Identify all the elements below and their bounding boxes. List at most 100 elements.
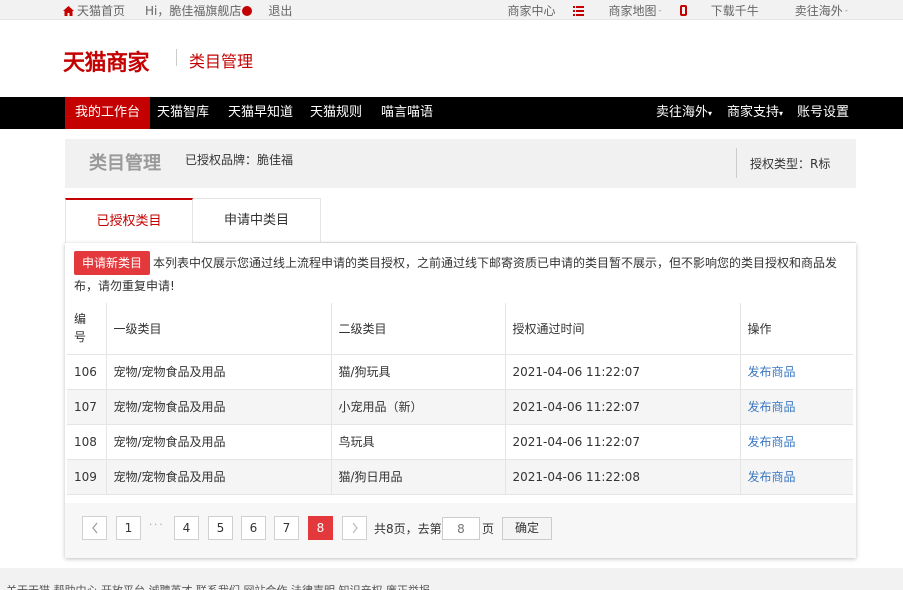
home-icon xyxy=(63,5,74,16)
cell-cat1: 宠物/宠物食品及用品 xyxy=(106,424,332,460)
cell-action: 发布商品 xyxy=(740,389,853,425)
nav-sell-abroad-label: 卖往海外 xyxy=(656,105,709,120)
nav-item-miao-yan[interactable]: 喵言喵语 xyxy=(371,97,443,129)
cell-action: 发布商品 xyxy=(740,459,853,495)
cell-action: 发布商品 xyxy=(740,354,853,390)
tab-applying[interactable]: 申请中类目 xyxy=(193,198,321,242)
cell-time: 2021-04-06 11:22:07 xyxy=(505,424,741,460)
merchant-center-link[interactable]: 商家中心 xyxy=(507,2,555,19)
merchant-map-link[interactable]: 商家地图 - xyxy=(573,2,662,19)
page-button-5[interactable]: 5 xyxy=(208,516,233,540)
cell-id: 109 xyxy=(67,459,107,495)
nav-item-sell-abroad[interactable]: 卖往海外▾ xyxy=(646,97,722,129)
category-tabs: 已授权类目 申请中类目 xyxy=(65,198,856,243)
publish-product-link[interactable]: 发布商品 xyxy=(748,435,796,449)
page-header-divider xyxy=(736,148,737,178)
page-button-7[interactable]: 7 xyxy=(274,516,299,540)
download-link[interactable]: 下载千牛 xyxy=(679,2,759,19)
cell-cat2: 猫/狗日用品 xyxy=(331,459,506,495)
logout-link[interactable]: 退出 xyxy=(268,2,292,19)
top-bar-right: 商家中心 商家地图 - 下载千牛 卖往海外 - xyxy=(489,2,848,19)
table-header-row: 编号 一级类目 二级类目 授权通过时间 操作 xyxy=(67,303,853,355)
confirm-page-button[interactable]: 确定 xyxy=(502,517,552,540)
page-suffix: 页 xyxy=(482,522,495,536)
cell-cat1: 宠物/宠物食品及用品 xyxy=(106,354,332,390)
page-title: 类目管理 xyxy=(89,153,161,174)
apply-new-category-button[interactable]: 申请新类目 xyxy=(74,251,151,275)
cell-cat1: 宠物/宠物食品及用品 xyxy=(106,389,332,425)
pagination: 1 ··· 4 5 6 7 8 共8页，去第 页 确定 xyxy=(65,503,856,558)
tab-authorized[interactable]: 已授权类目 xyxy=(65,198,193,243)
notice: 申请新类目 本列表中仅展示您通过线上流程申请的类目授权，之前通过线下邮寄资质已申请… xyxy=(74,251,850,297)
greeting: Hi，脆佳福旗舰店 xyxy=(145,2,258,19)
page-button-8[interactable]: 8 xyxy=(308,516,333,540)
category-table: 编号 一级类目 二级类目 授权通过时间 操作 106 宠物/宠物食品及用品 猫/… xyxy=(67,303,853,495)
brand-logo[interactable]: 天猫商家 xyxy=(63,45,150,77)
next-page-button[interactable] xyxy=(342,516,367,540)
caret-down-icon: ▾ xyxy=(708,109,713,118)
auth-type: 授权类型：R标 xyxy=(750,157,831,171)
cell-id: 106 xyxy=(67,354,107,390)
table-row: 109 宠物/宠物食品及用品 猫/狗日用品 2021-04-06 11:22:0… xyxy=(67,459,853,495)
cell-id: 107 xyxy=(67,389,107,425)
cell-time: 2021-04-06 11:22:07 xyxy=(505,354,741,390)
nav-item-rules[interactable]: 天猫规则 xyxy=(300,97,372,129)
publish-product-link[interactable]: 发布商品 xyxy=(748,470,796,484)
table-row: 108 宠物/宠物食品及用品 鸟玩具 2021-04-06 11:22:07 发… xyxy=(67,424,853,460)
category-panel: 申请新类目 本列表中仅展示您通过线上流程申请的类目授权，之前通过线下邮寄资质已申请… xyxy=(65,243,856,558)
page-ellipsis: ··· xyxy=(149,520,165,531)
publish-product-link[interactable]: 发布商品 xyxy=(748,400,796,414)
home-link[interactable]: 天猫首页 xyxy=(63,2,135,19)
chevron-right-icon xyxy=(352,522,358,534)
col-header-action: 操作 xyxy=(740,303,853,355)
cell-time: 2021-04-06 11:22:07 xyxy=(505,389,741,425)
footer: 关于天猫 帮助中心 开放平台 诚聘英才 联系我们 网站合作 法律声明 知识产权 … xyxy=(0,568,903,590)
nav-item-think-tank[interactable]: 天猫智库 xyxy=(147,97,219,129)
cell-cat2: 鸟玩具 xyxy=(331,424,506,460)
goto-page-input[interactable] xyxy=(442,517,480,540)
nav-item-early-know[interactable]: 天猫早知道 xyxy=(218,97,303,129)
chevron-left-icon xyxy=(91,522,97,534)
nav-item-workbench[interactable]: 我的工作台 xyxy=(65,97,151,129)
col-header-cat1: 一级类目 xyxy=(106,303,332,355)
notice-text: 本列表中仅展示您通过线上流程申请的类目授权，之前通过线下邮寄资质已申请的类目暂不… xyxy=(74,256,838,293)
cell-cat2: 小宠用品（新） xyxy=(331,389,506,425)
total-pages-text: 共8页，去第 xyxy=(374,522,442,536)
nav-merchant-support-label: 商家支持 xyxy=(727,105,780,120)
prev-page-button[interactable] xyxy=(82,516,107,540)
list-icon xyxy=(573,6,585,16)
nav-item-merchant-support[interactable]: 商家支持▾ xyxy=(717,97,793,129)
publish-product-link[interactable]: 发布商品 xyxy=(748,365,796,379)
col-header-id: 编号 xyxy=(67,303,107,355)
footer-links[interactable]: 关于天猫 帮助中心 开放平台 诚聘英才 联系我们 网站合作 法律声明 知识产权 … xyxy=(6,582,430,590)
authorized-brand: 已授权品牌：脆佳福 xyxy=(185,153,294,167)
nav-item-account-settings[interactable]: 账号设置 xyxy=(787,97,859,129)
home-link-label: 天猫首页 xyxy=(77,4,126,18)
sell-abroad-link[interactable]: 卖往海外 - xyxy=(777,2,848,19)
col-header-id-label: 编号 xyxy=(74,312,87,345)
chevron-down-icon: - xyxy=(844,5,848,16)
top-bar: 天猫首页 Hi，脆佳福旗舰店 退出 商家中心 商家地图 - 下载千牛 卖往海外 … xyxy=(0,0,903,20)
chevron-down-icon: - xyxy=(658,5,662,16)
page-button-6[interactable]: 6 xyxy=(241,516,266,540)
top-bar-left: 天猫首页 Hi，脆佳福旗舰店 退出 xyxy=(63,2,302,19)
cell-action: 发布商品 xyxy=(740,424,853,460)
cell-cat1: 宠物/宠物食品及用品 xyxy=(106,459,332,495)
header-divider xyxy=(176,49,177,66)
merchant-map-label: 商家地图 xyxy=(608,4,657,18)
page-button-4[interactable]: 4 xyxy=(174,516,199,540)
table-row: 106 宠物/宠物食品及用品 猫/狗玩具 2021-04-06 11:22:07… xyxy=(67,354,853,390)
download-label: 下载千牛 xyxy=(710,4,759,18)
cell-cat2: 猫/狗玩具 xyxy=(331,354,506,390)
col-header-time: 授权通过时间 xyxy=(505,303,741,355)
main-nav: 我的工作台 天猫智库 天猫早知道 天猫规则 喵言喵语 卖往海外▾ 商家支持▾ 账… xyxy=(0,97,903,129)
cell-time: 2021-04-06 11:22:08 xyxy=(505,459,741,495)
header-subtitle: 类目管理 xyxy=(189,52,254,71)
page-button-1[interactable]: 1 xyxy=(116,516,141,540)
table-row: 107 宠物/宠物食品及用品 小宠用品（新） 2021-04-06 11:22:… xyxy=(67,389,853,425)
cell-id: 108 xyxy=(67,424,107,460)
phone-icon xyxy=(679,5,687,16)
greeting-text: Hi，脆佳福旗舰店 xyxy=(145,4,242,18)
header: 天猫商家 类目管理 xyxy=(0,20,903,97)
sell-abroad-label: 卖往海外 xyxy=(794,4,843,18)
